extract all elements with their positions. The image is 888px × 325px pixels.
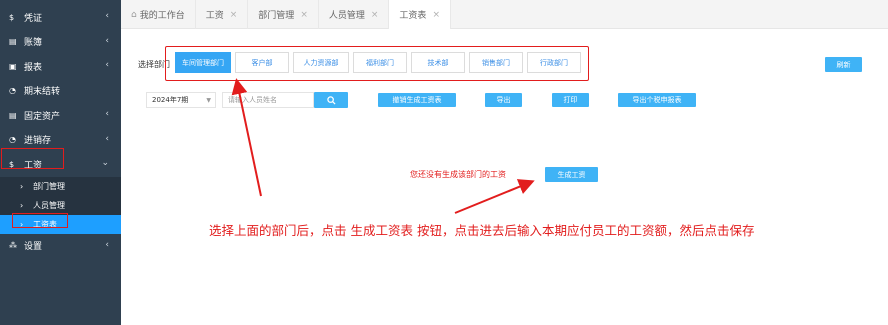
sidebar-item-label: 设置 (24, 242, 43, 253)
tab-label: 人员管理 (328, 11, 365, 21)
close-icon[interactable]: × (300, 10, 308, 20)
annotation-box-payroll-sheet (12, 213, 68, 228)
empty-payroll-message: 您还没有生成该部门的工资 (410, 170, 506, 179)
sidebar-item-dept-management[interactable]: › 部门管理 (0, 177, 121, 196)
refresh-button[interactable]: 刷新 (825, 57, 862, 72)
sidebar-item-period-close[interactable]: ◔ 期末结转 (0, 79, 121, 104)
sidebar-item-staff-management[interactable]: › 人员管理 (0, 196, 121, 215)
sidebar-item-label: 固定资产 (24, 111, 61, 122)
tab-label: 部门管理 (258, 11, 295, 21)
tab-label: 工资表 (399, 11, 427, 21)
period-value: 2024年7期 (152, 96, 189, 104)
chevron-right-icon: › (20, 181, 24, 191)
export-tax-button[interactable]: 导出个税申报表 (618, 93, 696, 107)
sidebar-item-settings[interactable]: ⁂ 设置 ‹ (0, 234, 121, 259)
caret-down-icon: ▼ (206, 97, 211, 104)
tab-payroll[interactable]: 工资 × (196, 0, 249, 29)
inventory-icon: ◔ (9, 135, 16, 145)
sidebar-item-label: 账簿 (24, 38, 43, 49)
export-button[interactable]: 导出 (485, 93, 522, 107)
annotation-box-departments (165, 46, 589, 81)
chevron-left-icon: ‹ (105, 60, 109, 70)
tab-label: 我的工作台 (139, 11, 185, 21)
chevron-right-icon: › (20, 200, 24, 210)
period-select[interactable]: 2024年7期 ▼ (146, 92, 216, 108)
search-button[interactable] (314, 92, 348, 108)
close-icon[interactable]: × (371, 10, 379, 20)
tab-workbench[interactable]: ⌂ 我的工作台 (121, 0, 196, 29)
settings-icon: ⁂ (9, 241, 17, 251)
print-button[interactable]: 打印 (552, 93, 589, 107)
tab-payroll-sheet[interactable]: 工资表 × (389, 0, 451, 29)
chevron-left-icon: ‹ (105, 11, 109, 21)
generate-payroll-button[interactable]: 生成工资 (545, 167, 598, 182)
asset-icon: ▤ (9, 110, 17, 120)
chevron-left-icon: ‹ (105, 133, 109, 144)
sidebar-item-label: 期末结转 (24, 87, 61, 98)
sidebar-item-reports[interactable]: ▣ 报表 ‹ (0, 54, 121, 79)
chevron-left-icon: ‹ (105, 239, 109, 250)
sidebar-item-fixed-assets[interactable]: ▤ 固定资产 ‹ (0, 103, 121, 128)
instruction-annotation: 选择上面的部门后，点击 生成工资表 按钮，点击进去后输入本期应付员工的工资额，然… (209, 223, 755, 238)
tab-dept-management[interactable]: 部门管理 × (248, 0, 319, 29)
sidebar-item-label: 部门管理 (33, 181, 65, 191)
sidebar-item-label: 进销存 (24, 136, 52, 147)
chevron-down-icon: ⌄ (101, 158, 109, 168)
sidebar-item-label: 人员管理 (33, 200, 65, 210)
dollar-icon: $ (9, 12, 15, 22)
ledger-icon: ▤ (9, 37, 17, 47)
report-icon: ▣ (9, 61, 17, 71)
search-input[interactable]: 请输入人员姓名 (222, 92, 314, 108)
close-icon[interactable]: × (432, 10, 440, 20)
main-content: 选择部门 车间管理部门 客户部 人力资源部 福利部门 技术部 销售部门 行政部门… (121, 30, 888, 325)
chevron-left-icon: ‹ (105, 109, 109, 119)
search-icon (326, 95, 336, 105)
sidebar: $ 凭证 ‹ ▤ 账簿 ‹ ▣ 报表 ‹ ◔ 期末结转 ▤ 固定资产 ‹ ◔ 进… (0, 0, 121, 325)
tab-label: 工资 (205, 11, 224, 21)
clock-icon: ◔ (9, 86, 16, 96)
arrow-to-generate-button (454, 179, 535, 214)
close-icon[interactable]: × (230, 10, 238, 20)
tab-staff-management[interactable]: 人员管理 × (319, 0, 390, 29)
sidebar-item-label: 凭证 (24, 13, 43, 24)
revoke-payroll-button[interactable]: 撤销生成工资表 (378, 93, 456, 107)
home-icon: ⌂ (131, 9, 137, 20)
sidebar-item-voucher[interactable]: $ 凭证 ‹ (0, 5, 121, 30)
sidebar-item-label: 报表 (24, 62, 43, 73)
sidebar-item-ledger[interactable]: ▤ 账簿 ‹ (0, 30, 121, 55)
annotation-box-payroll (1, 148, 64, 169)
tab-bar: ⌂ 我的工作台 工资 × 部门管理 × 人员管理 × 工资表 × (121, 0, 888, 29)
chevron-left-icon: ‹ (105, 35, 109, 46)
